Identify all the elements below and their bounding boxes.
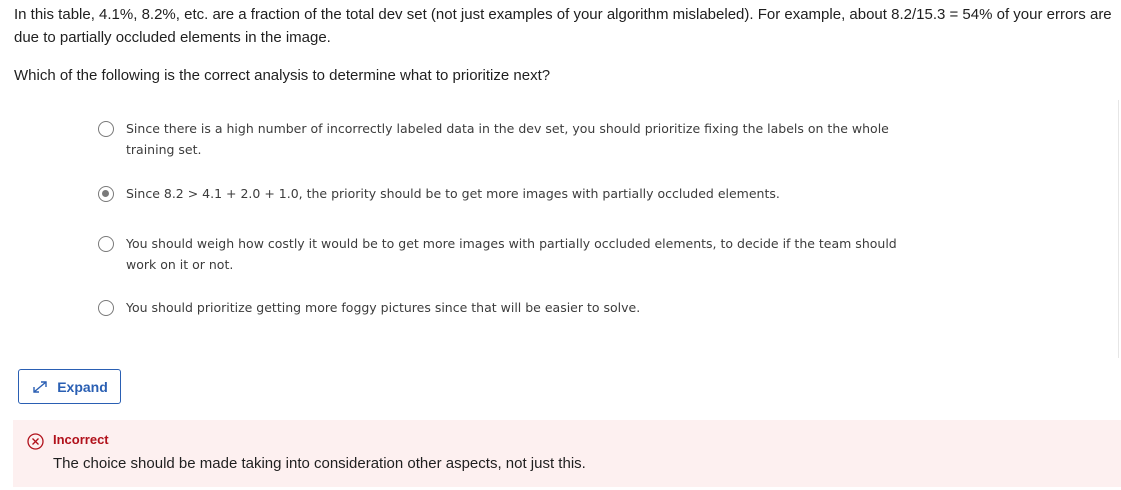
option-3-label: You should weigh how costly it would be … xyxy=(126,236,897,272)
expand-button[interactable]: Expand xyxy=(18,369,121,404)
question-prompt: Which of the following is the correct an… xyxy=(14,67,551,84)
radio-option-1[interactable] xyxy=(98,121,114,137)
option-4[interactable]: You should prioritize getting more foggy… xyxy=(98,300,928,318)
intro-text: In this table, 4.1%, 8.2%, etc. are a fr… xyxy=(14,6,1112,46)
expand-button-label: Expand xyxy=(57,378,108,395)
expand-arrows-icon xyxy=(33,380,47,393)
option-1-label: Since there is a high number of incorrec… xyxy=(126,121,889,157)
option-4-label: You should prioritize getting more foggy… xyxy=(126,300,641,315)
radio-option-4[interactable] xyxy=(98,300,114,316)
feedback-message: The choice should be made taking into co… xyxy=(53,455,586,472)
error-circle-x-icon xyxy=(27,433,44,450)
radio-option-2-selected[interactable] xyxy=(98,186,114,202)
feedback-status: Incorrect xyxy=(53,432,109,447)
options-panel: Since there is a high number of incorrec… xyxy=(14,100,1119,358)
option-2-label: Since 8.2 > 4.1 + 2.0 + 1.0, the priorit… xyxy=(126,186,780,201)
option-2[interactable]: Since 8.2 > 4.1 + 2.0 + 1.0, the priorit… xyxy=(98,186,928,204)
radio-option-3[interactable] xyxy=(98,236,114,252)
feedback-panel: Incorrect The choice should be made taki… xyxy=(13,420,1121,487)
option-3[interactable]: You should weigh how costly it would be … xyxy=(98,236,928,275)
option-1[interactable]: Since there is a high number of incorrec… xyxy=(98,121,928,160)
